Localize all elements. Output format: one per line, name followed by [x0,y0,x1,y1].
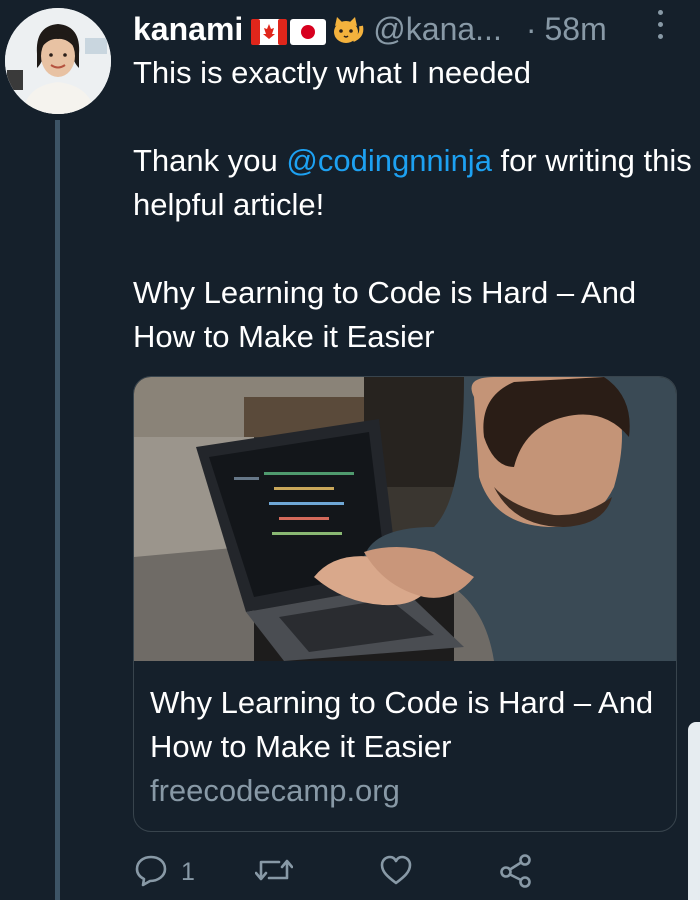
like-icon [378,852,414,893]
tweet-header: kanami @kana... · 58m [133,6,700,52]
cat-emoji-icon [329,16,365,43]
canada-flag-icon [251,16,288,45]
share-button[interactable] [498,852,534,893]
japan-flag-icon [290,16,327,45]
more-icon[interactable] [650,6,670,42]
tweet-line: This is exactly what I needed [133,55,532,90]
link-card[interactable]: Why Learning to Code is Hard – And How t… [133,376,677,832]
like-button[interactable] [378,852,414,893]
share-icon [498,852,534,893]
tweet-article-title: Why Learning to Code is Hard – And How t… [133,275,637,354]
tweet-thanks: Thank you @codingnninja for writing this… [133,139,693,227]
mention-link[interactable]: @codingnninja [286,143,492,178]
author-emojis [251,16,365,45]
tweet-timestamp[interactable]: 58m [544,11,606,48]
reply-icon [133,852,169,893]
tweet-actions: 1 [133,852,553,892]
link-card-domain[interactable]: freecodecamp.org [150,773,400,809]
avatar[interactable] [5,8,111,114]
reply-button[interactable]: 1 [133,852,195,893]
scrollbar-thumb[interactable] [688,722,700,900]
retweet-icon [254,852,294,893]
tweet: kanami @kana... · 58m This is exactly wh… [0,0,700,900]
author-handle[interactable]: @kana... [373,11,502,48]
thanks-prefix: Thank you [133,143,287,178]
tweet-text: This is exactly what I needed Thank you … [133,51,693,359]
retweet-button[interactable] [254,852,294,893]
reply-count: 1 [181,858,195,886]
display-name[interactable]: kanami [133,11,243,48]
link-card-title[interactable]: Why Learning to Code is Hard – And How t… [150,681,660,769]
separator-dot: · [525,10,537,47]
link-card-image[interactable] [134,377,676,661]
thread-line [55,120,60,900]
